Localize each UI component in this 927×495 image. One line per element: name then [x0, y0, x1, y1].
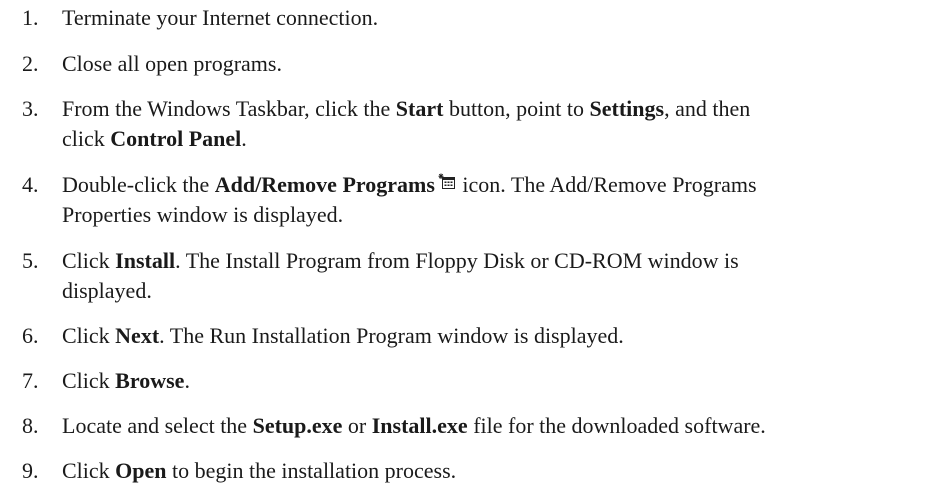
step-text-part: displayed. — [62, 278, 152, 303]
step-text-part: Close all open programs. — [62, 51, 282, 76]
step-number: 2. — [22, 51, 39, 76]
step-text: Click Browse. — [62, 366, 922, 396]
step-text-part: Click — [62, 368, 116, 393]
step-text-part: . — [241, 126, 247, 151]
step-text-part: Locate and select the — [62, 413, 253, 438]
step-text-part: Click — [62, 458, 116, 483]
step-text: Close all open programs. — [62, 49, 922, 79]
next-term: Next — [115, 323, 160, 348]
browse-term: Browse — [115, 368, 185, 393]
step-number: 1. — [22, 5, 39, 30]
step-text-part: . The Run Installation Program window is… — [159, 323, 624, 348]
install-term: Install — [115, 248, 176, 273]
step-text: Click Install. The Install Program from … — [62, 246, 922, 306]
step-text-part: Click — [62, 248, 116, 273]
step-number: 3. — [22, 96, 39, 121]
step-text-part: Click — [62, 323, 116, 348]
start-button-term: Start — [395, 96, 444, 121]
step-number: 9. — [22, 458, 39, 483]
step-text-part: icon. The Add/Remove Programs — [456, 172, 757, 197]
step-text: Click Open to begin the installation pro… — [62, 456, 922, 486]
step-number: 5. — [22, 248, 39, 273]
step-text-part: to begin the installation process. — [166, 458, 457, 483]
step-text-part: button, point to — [443, 96, 590, 121]
step-text-part: , and then — [664, 96, 751, 121]
settings-term: Settings — [589, 96, 665, 121]
add-remove-programs-term: Add/Remove Programs — [214, 172, 435, 197]
step-text-part: . — [184, 368, 190, 393]
step-text: Locate and select the Setup.exe or Insta… — [62, 411, 922, 441]
step-text-part: Terminate your Internet connection. — [62, 5, 379, 30]
step-text-part: From the Windows Taskbar, click the — [62, 96, 396, 121]
step-number: 4. — [22, 172, 39, 197]
step-text: Click Next. The Run Installation Program… — [62, 321, 922, 351]
step-text: Terminate your Internet connection. — [62, 3, 922, 33]
step-text-part: file for the downloaded software. — [467, 413, 766, 438]
install-exe-term: Install.exe — [371, 413, 468, 438]
step-text: Double-click the Add/Remove Programs ico… — [62, 170, 922, 230]
step-text-part: or — [342, 413, 372, 438]
step-number: 6. — [22, 323, 39, 348]
step-text: From the Windows Taskbar, click the Star… — [62, 94, 922, 154]
step-text-part: click — [62, 126, 111, 151]
step-text-part: . The Install Program from Floppy Disk o… — [175, 248, 739, 273]
add-remove-programs-icon — [438, 173, 455, 189]
control-panel-term: Control Panel — [110, 126, 242, 151]
step-number: 8. — [22, 413, 39, 438]
step-number: 7. — [22, 368, 39, 393]
setup-exe-term: Setup.exe — [252, 413, 343, 438]
open-term: Open — [115, 458, 167, 483]
step-text-part: Properties window is displayed. — [62, 202, 344, 227]
step-text-part: Double-click the — [62, 172, 215, 197]
